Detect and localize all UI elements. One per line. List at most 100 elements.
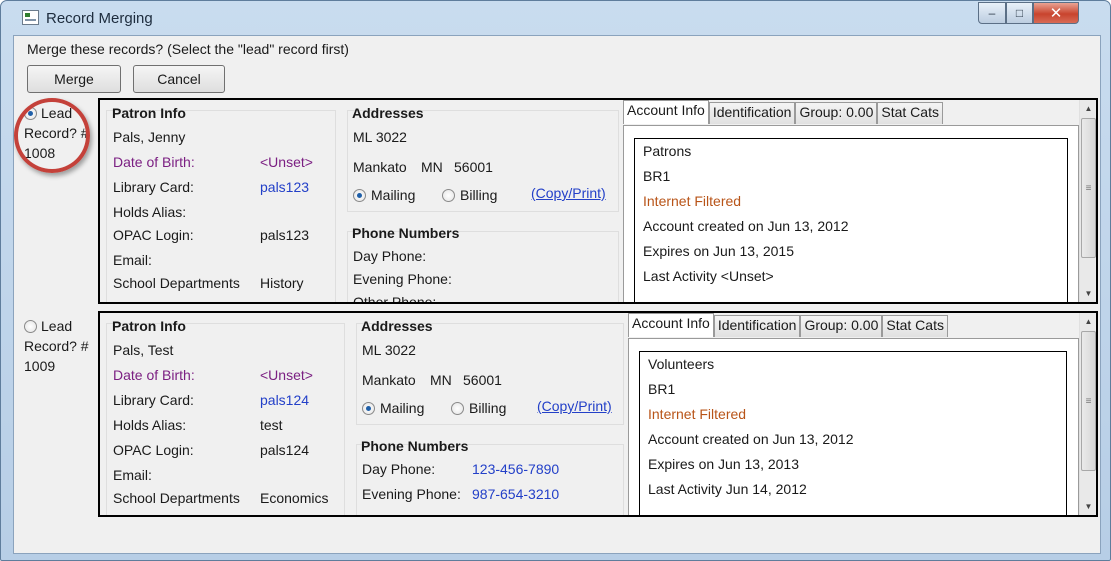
app-icon xyxy=(22,10,39,25)
school-dept-label: School Departments xyxy=(113,275,240,291)
email-label: Email: xyxy=(113,467,152,483)
scroll-down-arrow-icon[interactable]: ▼ xyxy=(1080,285,1096,302)
record-1008: Patron Info Pals, Jenny Date of Birth: <… xyxy=(98,98,1098,304)
address-city: Mankato xyxy=(353,159,407,175)
tab-stat-cats[interactable]: Stat Cats xyxy=(877,102,943,124)
mailing-option[interactable]: Mailing xyxy=(362,400,424,416)
dialog-body: Merge these records? (Select the "lead" … xyxy=(13,35,1101,554)
close-button[interactable]: ✕ xyxy=(1033,2,1079,24)
tab-account-info[interactable]: Account Info xyxy=(628,313,714,337)
tab-group[interactable]: Group: 0.00 xyxy=(800,315,883,337)
tab-identification[interactable]: Identification xyxy=(708,102,796,124)
school-dept-value: Economics xyxy=(260,490,329,506)
library-card-value[interactable]: pals124 xyxy=(260,392,309,408)
addresses-title: Addresses xyxy=(352,105,424,121)
mailing-radio[interactable] xyxy=(353,188,366,202)
address-zip: 56001 xyxy=(463,372,502,388)
dob-value: <Unset> xyxy=(260,154,313,170)
tab-identification[interactable]: Identification xyxy=(713,315,801,337)
mailing-label: Mailing xyxy=(380,400,425,416)
scroll-thumb[interactable]: ≡ xyxy=(1081,118,1096,258)
billing-radio[interactable] xyxy=(451,401,464,415)
account-info-panel: Patrons BR1 Internet Filtered Account cr… xyxy=(623,125,1079,302)
evening-phone-label: Evening Phone: xyxy=(362,486,461,502)
billing-radio[interactable] xyxy=(442,188,455,202)
account-profile: Volunteers xyxy=(648,356,715,372)
scroll-down-arrow-icon[interactable]: ▼ xyxy=(1080,498,1096,515)
opac-login-label: OPAC Login: xyxy=(113,442,194,458)
title-bar[interactable]: Record Merging – □ ✕ xyxy=(1,1,1110,35)
copy-print-link[interactable]: (Copy/Print) xyxy=(531,185,606,201)
lead-label-record: Record? # xyxy=(24,338,89,354)
address-zip: 56001 xyxy=(454,159,493,175)
other-phone-label: Other Phone: xyxy=(353,294,437,304)
library-card-value[interactable]: pals123 xyxy=(260,179,309,195)
tab-group[interactable]: Group: 0.00 xyxy=(795,102,878,124)
account-filter: Internet Filtered xyxy=(648,406,747,422)
record-merging-window: Record Merging – □ ✕ Merge these records… xyxy=(0,0,1111,561)
patron-info-panel: Patron Info Pals, Test Date of Birth: <U… xyxy=(106,318,345,515)
address-line1: ML 3022 xyxy=(362,342,416,358)
lead-label: Lead xyxy=(41,318,73,334)
account-summary-box: Volunteers BR1 Internet Filtered Account… xyxy=(639,351,1067,515)
record-tabs: Account Info Identification Group: 0.00 … xyxy=(623,100,943,124)
account-summary-box: Patrons BR1 Internet Filtered Account cr… xyxy=(634,138,1068,302)
account-profile: Patrons xyxy=(643,143,692,159)
tab-account-info[interactable]: Account Info xyxy=(623,100,709,124)
dob-label: Date of Birth: xyxy=(113,154,195,170)
scroll-up-arrow-icon[interactable]: ▲ xyxy=(1080,100,1096,117)
email-label: Email: xyxy=(113,252,152,268)
lead-record-id: 1009 xyxy=(24,358,56,374)
copy-print-link[interactable]: (Copy/Print) xyxy=(537,398,612,414)
record-1009: Patron Info Pals, Test Date of Birth: <U… xyxy=(98,311,1098,517)
patron-info-title: Patron Info xyxy=(112,318,186,334)
phone-numbers-panel: Phone Numbers Day Phone: 123-456-7890 Ev… xyxy=(356,438,624,515)
scroll-thumb[interactable]: ≡ xyxy=(1081,331,1096,471)
scroll-up-arrow-icon[interactable]: ▲ xyxy=(1080,313,1096,330)
window-title: Record Merging xyxy=(46,10,153,27)
day-phone-label: Day Phone: xyxy=(353,248,427,264)
billing-label: Billing xyxy=(460,187,498,203)
phone-numbers-title: Phone Numbers xyxy=(352,225,460,241)
addresses-title: Addresses xyxy=(361,318,433,334)
cancel-button[interactable]: Cancel xyxy=(133,65,225,93)
day-phone-value: 123-456-7890 xyxy=(472,461,560,477)
lead-selector-1009[interactable]: Lead Record? # 1009 xyxy=(24,316,89,376)
record-scrollbar[interactable]: ▲ ≡ ▼ xyxy=(1079,313,1096,515)
tab-stat-cats[interactable]: Stat Cats xyxy=(882,315,948,337)
holds-alias-value: test xyxy=(260,417,283,433)
address-state: MN xyxy=(430,372,452,388)
mailing-option[interactable]: Mailing xyxy=(353,187,415,203)
highlight-annotation xyxy=(14,98,90,173)
patron-name: Pals, Jenny xyxy=(113,129,186,145)
billing-option[interactable]: Billing xyxy=(442,187,497,203)
account-created: Account created on Jun 13, 2012 xyxy=(648,431,854,447)
address-line1: ML 3022 xyxy=(353,129,407,145)
opac-login-label: OPAC Login: xyxy=(113,227,194,243)
record-tabs: Account Info Identification Group: 0.00 … xyxy=(628,313,948,337)
billing-option[interactable]: Billing xyxy=(451,400,506,416)
scroll-grip-icon: ≡ xyxy=(1085,182,1092,194)
scroll-grip-icon: ≡ xyxy=(1085,395,1092,407)
lead-radio-1009[interactable] xyxy=(24,319,37,333)
evening-phone-value: 987-654-3210 xyxy=(472,486,560,502)
school-dept-label: School Departments xyxy=(113,490,240,506)
library-card-label: Library Card: xyxy=(113,179,194,195)
evening-phone-label: Evening Phone: xyxy=(353,271,452,287)
library-card-label: Library Card: xyxy=(113,392,194,408)
merge-button[interactable]: Merge xyxy=(27,65,121,93)
dob-value: <Unset> xyxy=(260,367,313,383)
maximize-button[interactable]: □ xyxy=(1006,2,1033,24)
address-state: MN xyxy=(421,159,443,175)
record-scrollbar[interactable]: ▲ ≡ ▼ xyxy=(1079,100,1096,302)
mailing-radio[interactable] xyxy=(362,401,375,415)
account-home-library: BR1 xyxy=(648,381,676,397)
dob-label: Date of Birth: xyxy=(113,367,195,383)
phone-numbers-panel: Phone Numbers Day Phone: Evening Phone: … xyxy=(347,225,619,304)
account-created: Account created on Jun 13, 2012 xyxy=(643,218,849,234)
minimize-button[interactable]: – xyxy=(978,2,1006,24)
holds-alias-label: Holds Alias: xyxy=(113,204,187,220)
patron-info-panel: Patron Info Pals, Jenny Date of Birth: <… xyxy=(106,105,336,302)
address-city: Mankato xyxy=(362,372,416,388)
account-expires: Expires on Jun 13, 2013 xyxy=(648,456,799,472)
